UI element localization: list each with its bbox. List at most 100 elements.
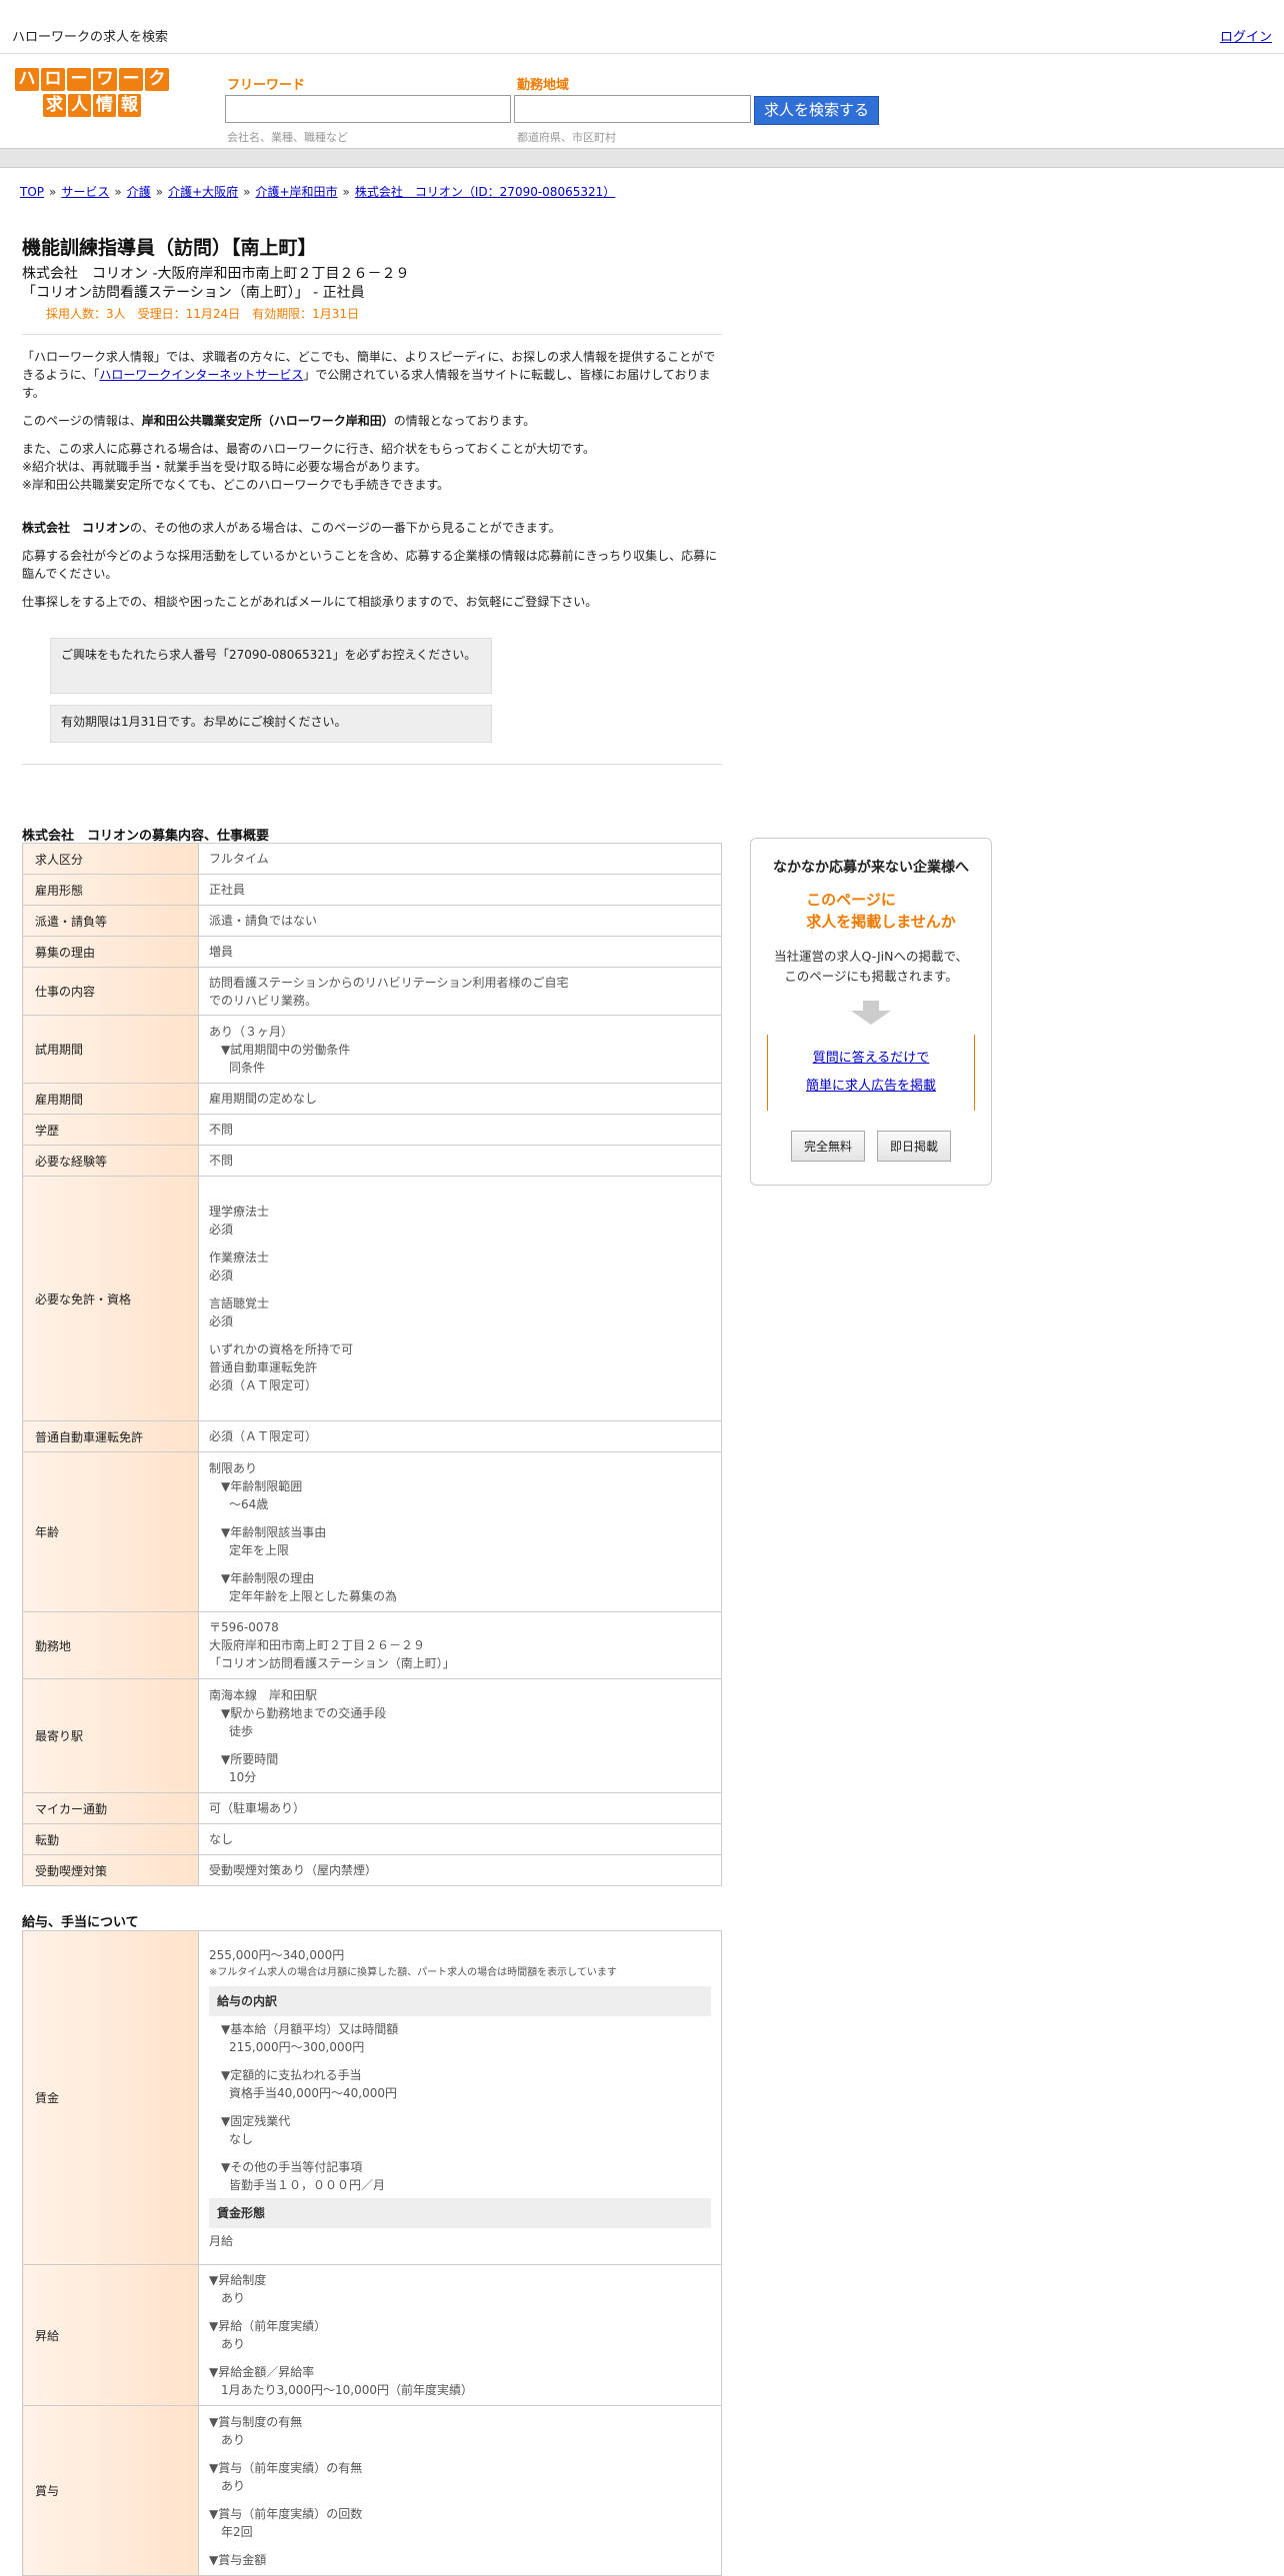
row-key: 雇用期間 xyxy=(22,1083,199,1115)
row-value: 可（駐車場あり） xyxy=(198,1792,722,1824)
header-divider xyxy=(0,148,1284,168)
row-key: 勤務地 xyxy=(22,1611,199,1679)
row-key: 求人区分 xyxy=(22,843,199,875)
table-row: 賃金 255,000円〜340,000円 ※フルタイム求人の場合は月額に換算した… xyxy=(22,1930,722,2265)
row-value: ▼賞与制度の有無 あり ▼賞与（前年度実績）の有無 あり ▼賞与（前年度実績）の回数… xyxy=(198,2405,722,2576)
row-key: 昇給 xyxy=(22,2264,199,2406)
other-jobs-paragraph: 株式会社 コリオンの、その他の求人がある場合は、このページの一番下から見ることが… xyxy=(22,521,561,535)
row-key: 学歴 xyxy=(22,1114,199,1146)
row-key: 試用期間 xyxy=(22,1015,199,1084)
row-value: 雇用期間の定めなし xyxy=(198,1083,722,1115)
sidebar-promo: このページに 求人を掲載しませんか xyxy=(806,891,956,931)
company-line: 株式会社 コリオン -大阪府岸和田市南上町２丁目２６－２９ xyxy=(22,266,410,282)
row-key: 賞与 xyxy=(22,2405,199,2576)
top-bar: ハローワークの求人を検索 ログイン xyxy=(0,0,1284,54)
breadcrumb-kaigo-osaka[interactable]: 介護+大阪府 xyxy=(168,185,238,199)
table-row: 転勤 なし xyxy=(22,1823,722,1855)
table-row: 普通自動車運転免許 必須（ＡＴ限定可） xyxy=(22,1420,722,1452)
freeword-hint: 会社名、業種、職種など xyxy=(227,131,348,144)
row-value: フルタイム xyxy=(198,843,722,875)
row-value: 制限あり ▼年齢制限範囲 〜64歳 ▼年齢制限該当事由 定年を上限 ▼年齢制限の理由… xyxy=(198,1451,722,1612)
table-row: 賞与 ▼賞与制度の有無 あり ▼賞与（前年度実績）の有無 あり ▼賞与（前年度実績）… xyxy=(22,2405,722,2576)
hellowork-internet-link[interactable]: ハローワークインターネットサービス xyxy=(99,368,303,382)
row-value: 255,000円〜340,000円 ※フルタイム求人の場合は月額に換算した額、パ… xyxy=(198,1930,722,2265)
row-value: 南海本線 岸和田駅 ▼駅から勤務地までの交通手段 徒歩 ▼所要時間 10分 xyxy=(198,1678,722,1793)
divider xyxy=(22,764,722,765)
table-row: 必要な免許・資格 理学療法士 必須 作業療法士 必須 言語聴覚士 必須 いずれかの資格… xyxy=(22,1176,722,1421)
row-key: 普通自動車運転免許 xyxy=(22,1420,199,1452)
job-meta: 採用人数：3人 受理日：11月24日 有効期限：1月31日 xyxy=(46,307,360,321)
row-key: 必要な経験等 xyxy=(22,1145,199,1177)
row-key: 派遣・請負等 xyxy=(22,905,199,937)
table-row: 最寄り駅 南海本線 岸和田駅 ▼駅から勤務地までの交通手段 徒歩 ▼所要時間 10分 xyxy=(22,1678,722,1793)
sidebar-link-post[interactable]: 簡単に求人広告を掲載 xyxy=(806,1079,936,1094)
table-row: 年齢 制限あり ▼年齢制限範囲 〜64歳 ▼年齢制限該当事由 定年を上限 ▼年齢制限… xyxy=(22,1451,722,1612)
sidebar-link-box: 質問に答えるだけで 簡単に求人広告を掲載 xyxy=(767,1035,975,1111)
row-value: 必須（ＡＴ限定可） xyxy=(198,1420,722,1452)
logo-char: 人 xyxy=(68,94,91,117)
row-value: 不問 xyxy=(198,1114,722,1146)
down-arrow-icon xyxy=(851,1011,891,1025)
office-line: 「コリオン訪問看護ステーション（南上町）」 - 正社員 xyxy=(22,285,365,301)
table-row: 学歴 不問 xyxy=(22,1114,722,1146)
row-key: 年齢 xyxy=(22,1451,199,1612)
row-key: 賃金 xyxy=(22,1930,199,2265)
table-row: 派遣・請負等 派遣・請負ではない xyxy=(22,905,722,937)
free-button[interactable]: 完全無料 xyxy=(790,1131,865,1162)
row-value: なし xyxy=(198,1823,722,1855)
row-value: 理学療法士 必須 作業療法士 必須 言語聴覚士 必須 いずれかの資格を所持で可 普通自動… xyxy=(198,1176,722,1421)
breadcrumb-top[interactable]: TOP xyxy=(20,185,44,199)
row-value: ▼昇給制度 あり ▼昇給（前年度実績） あり ▼昇給金額／昇給率 1月あたり3,000… xyxy=(198,2264,722,2406)
row-key: 雇用形態 xyxy=(22,874,199,906)
sidebar-link-answer[interactable]: 質問に答えるだけで xyxy=(813,1051,930,1066)
logo-char: ハ xyxy=(15,68,39,91)
area-input[interactable] xyxy=(514,95,751,123)
freeword-input[interactable] xyxy=(225,95,511,123)
table-row: 昇給 ▼昇給制度 あり ▼昇給（前年度実績） あり ▼昇給金額／昇給率 1月あたり3,… xyxy=(22,2264,722,2406)
site-title: ハローワークの求人を検索 xyxy=(12,30,169,45)
row-value: 不問 xyxy=(198,1145,722,1177)
row-value: 受動喫煙対策あり（屋内禁煙） xyxy=(198,1854,722,1886)
table-row: 募集の理由 増員 xyxy=(22,936,722,968)
breadcrumb: TOP» サービス» 介護» 介護+大阪府» 介護+岸和田市» 株式会社 コリオン（ID：… xyxy=(20,185,616,199)
login-link[interactable]: ログイン xyxy=(1220,26,1272,45)
freeword-label: フリーワード xyxy=(227,78,306,93)
deadline-note: 有効期限は1月31日です。お早めにご検討ください。 xyxy=(50,705,492,743)
row-value: 〒596-0078 大阪府岸和田市南上町２丁目２６－２９ 「コリオン訪問看護ステーシ… xyxy=(198,1611,722,1679)
same-day-button[interactable]: 即日掲載 xyxy=(877,1131,952,1162)
logo-char: 情 xyxy=(93,94,116,117)
hellowork-logo[interactable]: ハ ロ ー ワ ー ク 求 人 情 報 xyxy=(4,68,180,124)
row-key: 転勤 xyxy=(22,1823,199,1855)
logo-char: ー xyxy=(67,68,91,91)
search-header: ハ ロ ー ワ ー ク 求 人 情 報 フリーワード 会社名、業種、職種など 勤… xyxy=(0,55,1284,148)
section-heading-overview: 株式会社 コリオンの募集内容、仕事概要 xyxy=(22,829,270,844)
job-number-note: ご興味をもたれたら求人番号「27090-08065321」を必ずお控えください。 xyxy=(50,638,492,694)
search-button[interactable]: 求人を検索する xyxy=(754,96,879,125)
table-row: 受動喫煙対策 受動喫煙対策あり（屋内禁煙） xyxy=(22,1854,722,1886)
row-value: 正社員 xyxy=(198,874,722,906)
row-key: マイカー通勤 xyxy=(22,1792,199,1824)
table-row: 雇用期間 雇用期間の定めなし xyxy=(22,1083,722,1115)
table-row: 試用期間 あり（３ヶ月） ▼試用期間中の労働条件 同条件 xyxy=(22,1015,722,1084)
table-row: 求人区分 フルタイム xyxy=(22,843,722,875)
referral-paragraph: また、この求人に応募される場合は、最寄のハローワークに行き、紹介状をもらっておく… xyxy=(22,442,596,492)
breadcrumb-company[interactable]: 株式会社 コリオン（ID：27090-08065321） xyxy=(355,185,615,199)
down-arrow-icon xyxy=(863,1001,879,1011)
source-paragraph: このページの情報は、岸和田公共職業安定所（ハローワーク岸和田）の情報となっており… xyxy=(22,414,536,428)
table-row: 雇用形態 正社員 xyxy=(22,874,722,906)
row-key: 仕事の内容 xyxy=(22,967,199,1016)
job-overview-table: 求人区分 フルタイム 雇用形態 正社員 派遣・請負等 派遣・請負ではない 募集の理由増… xyxy=(22,843,722,1886)
breadcrumb-service[interactable]: サービス xyxy=(61,185,109,199)
table-row: マイカー通勤 可（駐車場あり） xyxy=(22,1792,722,1824)
row-key: 募集の理由 xyxy=(22,936,199,968)
breadcrumb-kaigo-kishiwada[interactable]: 介護+岸和田市 xyxy=(255,185,337,199)
row-value: 派遣・請負ではない xyxy=(198,905,722,937)
row-value: あり（３ヶ月） ▼試用期間中の労働条件 同条件 xyxy=(198,1015,722,1084)
consult-paragraph: 仕事探しをする上での、相談や困ったことがあればメールにて相談承りますので、お気軽… xyxy=(22,595,598,609)
wage-table: 賃金 255,000円〜340,000円 ※フルタイム求人の場合は月額に換算した… xyxy=(22,1930,722,2576)
advice-paragraph: 応募する会社が今どのような採用活動をしているかということを含め、応募する企業様の… xyxy=(22,549,718,581)
row-key: 受動喫煙対策 xyxy=(22,1854,199,1886)
table-row: 必要な経験等 不問 xyxy=(22,1145,722,1177)
breadcrumb-kaigo[interactable]: 介護 xyxy=(127,185,151,199)
divider xyxy=(22,334,722,335)
